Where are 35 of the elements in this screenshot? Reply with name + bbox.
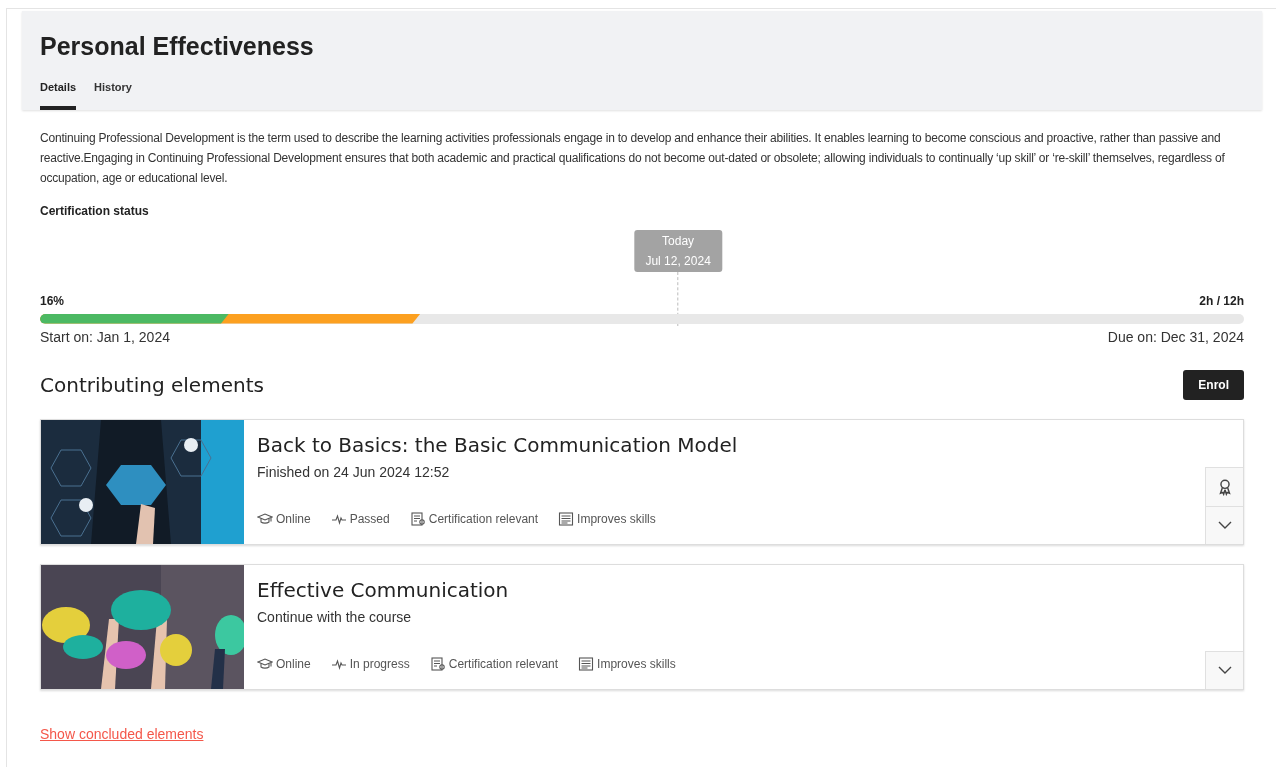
tab[interactable]: History xyxy=(94,79,132,110)
enrol-button[interactable]: Enrol xyxy=(1183,369,1244,400)
description: Continuing Professional Development is the term used to describe the learning activities professionals engage in to develop and enhance their abilities. It enables learning to become conscious and proactive, rather than passive and reactive.Engaging in Continuing Professional Development ensures that both academic and practical qualifications do not become out-dated or obsolete; allowing individuals to continually ‘up skill’ or ‘re-skill’ themselves, regardless of occupation, age or educational level. xyxy=(40,129,1226,187)
due-date: Due on: Dec 31, 2024 xyxy=(1107,327,1244,347)
document-icon xyxy=(409,510,426,527)
course-status-text: Continue with the course xyxy=(257,607,413,627)
course-tag: Improves skills xyxy=(577,509,656,528)
list-icon xyxy=(558,510,575,527)
course-tag: Online xyxy=(276,509,311,528)
course-title: Effective Communication xyxy=(257,576,510,603)
tooltip-date: Jul 12, 2024 xyxy=(645,252,711,270)
tooltip-label: Today xyxy=(661,232,696,250)
page-title: Personal Effectiveness xyxy=(40,31,315,61)
course-tag: Certification relevant xyxy=(448,654,559,673)
expand-button[interactable] xyxy=(1205,650,1243,689)
course-card[interactable]: Effective Communication Continue with the course Online In progress Certification relevant Improves skills xyxy=(40,563,1244,690)
progress-percent: 16% xyxy=(40,292,65,310)
course-tag: Passed xyxy=(349,509,390,528)
course-status-text: Finished on 24 Jun 2024 12:52 xyxy=(257,462,451,482)
section-title: Contributing elements xyxy=(40,371,264,399)
section-heading: Certification status xyxy=(40,202,150,220)
hours-reading: 2h / 12h xyxy=(1199,292,1244,310)
course-tag: In progress xyxy=(349,654,410,673)
start-date: Start on: Jan 1, 2024 xyxy=(40,327,170,347)
course-tag: Online xyxy=(276,654,311,673)
list-icon xyxy=(578,655,595,672)
course-card[interactable]: Back to Basics: the Basic Communication Model Finished on 24 Jun 2024 12:52 Online Passed Certification relevant Improves skills xyxy=(40,418,1244,545)
course-tag: Certification relevant xyxy=(428,509,539,528)
course-title: Back to Basics: the Basic Communication Model xyxy=(257,431,739,458)
graduation-cap-icon xyxy=(257,510,273,527)
document-icon xyxy=(429,655,446,672)
course-tag: Improves skills xyxy=(597,654,676,673)
certificate-button[interactable] xyxy=(1205,466,1243,506)
graduation-cap-icon xyxy=(257,655,273,672)
tab[interactable]: Details xyxy=(40,79,77,110)
